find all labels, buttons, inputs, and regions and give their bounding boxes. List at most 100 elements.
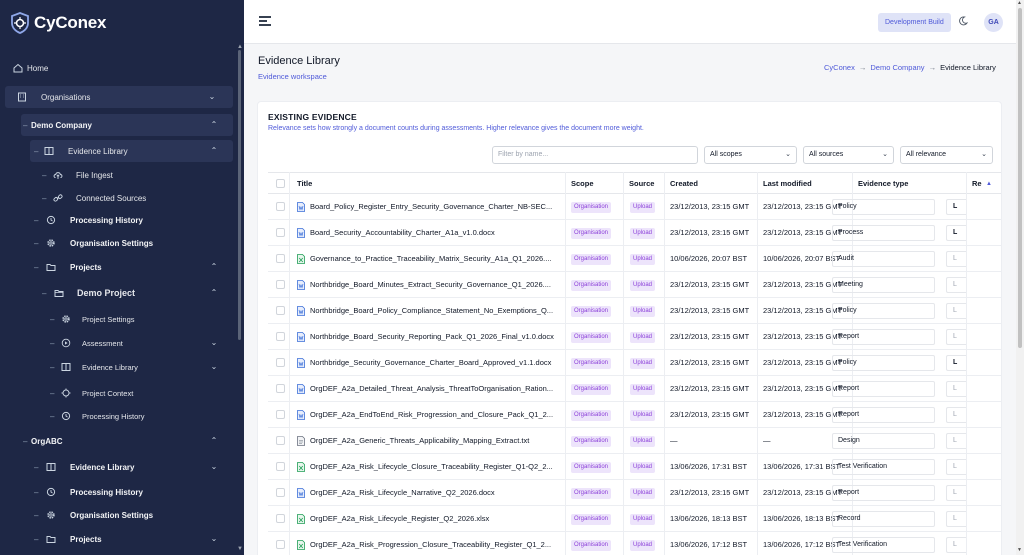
sidebar-item-orgabc-organisation-settings[interactable]: – Organisation Settings: [30, 504, 233, 526]
table-row[interactable]: Board_Policy_Register_Entry_Security_Gov…: [268, 194, 1001, 220]
cell-title[interactable]: Northbridge_Security_Governance_Charter_…: [310, 350, 562, 376]
evidence-type-field[interactable]: Policy: [832, 355, 935, 371]
table-row[interactable]: Northbridge_Board_Policy_Compliance_Stat…: [268, 298, 1001, 324]
evidence-type-field[interactable]: Report: [832, 381, 935, 397]
moon-icon[interactable]: [958, 16, 968, 26]
column-header-title[interactable]: Title: [297, 173, 312, 195]
relevance-field[interactable]: L: [946, 433, 966, 449]
relevance-field[interactable]: L: [946, 511, 966, 527]
relevance-field[interactable]: L: [946, 355, 966, 371]
relevance-field[interactable]: L: [946, 485, 966, 501]
relevance-filter-select[interactable]: All relevance ⌄: [900, 146, 993, 164]
table-row[interactable]: OrgDEF_A2a_Risk_Lifecycle_Closure_Tracea…: [268, 454, 1001, 480]
relevance-field[interactable]: L: [946, 459, 966, 475]
sort-up-icon[interactable]: ▲: [986, 173, 992, 195]
cell-title[interactable]: Northbridge_Board_Minutes_Extract_Securi…: [310, 272, 562, 298]
sidebar-item-project-evidence-library[interactable]: – Evidence Library ⌄: [50, 356, 233, 378]
evidence-type-field[interactable]: Report: [832, 407, 935, 423]
cell-title[interactable]: OrgDEF_A2a_Generic_Threats_Applicability…: [310, 428, 562, 454]
table-row[interactable]: Northbridge_Board_Minutes_Extract_Securi…: [268, 272, 1001, 298]
sidebar-item-processing-history[interactable]: – Processing History: [30, 209, 233, 231]
scroll-down-arrow[interactable]: ▼: [1017, 547, 1022, 553]
cell-title[interactable]: Board_Policy_Register_Entry_Security_Gov…: [310, 194, 562, 220]
sidebar-item-orgabc-processing-history[interactable]: – Processing History: [30, 481, 233, 503]
evidence-type-field[interactable]: Policy: [832, 199, 935, 215]
page-scrollbar[interactable]: ▲ ▼: [1016, 0, 1024, 555]
sidebar-item-orgabc-evidence-library[interactable]: – Evidence Library ⌄: [30, 456, 233, 478]
relevance-field[interactable]: L: [946, 537, 966, 553]
row-checkbox[interactable]: [276, 514, 285, 523]
cell-title[interactable]: OrgDEF_A2a_EndToEnd_Risk_Progression_and…: [310, 402, 562, 428]
cell-title[interactable]: OrgDEF_A2a_Risk_Lifecycle_Closure_Tracea…: [310, 454, 562, 480]
evidence-type-field[interactable]: Test Verification: [832, 459, 935, 475]
sidebar-item-evidence-library[interactable]: – Evidence Library ⌃: [30, 140, 233, 162]
row-checkbox[interactable]: [276, 488, 285, 497]
table-row[interactable]: OrgDEF_A2a_EndToEnd_Risk_Progression_and…: [268, 402, 1001, 428]
cell-title[interactable]: Board_Security_Accountability_Charter_A1…: [310, 220, 562, 246]
scroll-up-arrow[interactable]: ▲: [1017, 0, 1022, 6]
cell-title[interactable]: OrgDEF_A2a_Risk_Lifecycle_Narrative_Q2_2…: [310, 480, 562, 506]
table-row[interactable]: OrgDEF_A2a_Risk_Lifecycle_Register_Q2_20…: [268, 506, 1001, 532]
table-row[interactable]: Governance_to_Practice_Traceability_Matr…: [268, 246, 1001, 272]
table-row[interactable]: Northbridge_Board_Security_Reporting_Pac…: [268, 324, 1001, 350]
relevance-field[interactable]: L: [946, 225, 966, 241]
column-header-created[interactable]: Created: [670, 173, 698, 195]
sidebar-item-organisations[interactable]: Organisations ⌄: [5, 86, 233, 108]
breadcrumb-link[interactable]: Demo Company: [870, 63, 924, 72]
relevance-field[interactable]: L: [946, 199, 966, 215]
row-checkbox[interactable]: [276, 384, 285, 393]
filter-by-name-input[interactable]: Filter by name...: [492, 146, 698, 164]
evidence-type-field[interactable]: Audit: [832, 251, 935, 267]
evidence-type-field[interactable]: Report: [832, 329, 935, 345]
app-logo[interactable]: CyConex: [10, 12, 106, 34]
select-all-checkbox[interactable]: [276, 179, 285, 188]
relevance-field[interactable]: L: [946, 381, 966, 397]
cell-title[interactable]: OrgDEF_A2a_Detailed_Threat_Analysis_Thre…: [310, 376, 562, 402]
evidence-type-field[interactable]: Process: [832, 225, 935, 241]
row-checkbox[interactable]: [276, 306, 285, 315]
table-row[interactable]: OrgDEF_A2a_Risk_Lifecycle_Narrative_Q2_2…: [268, 480, 1001, 506]
relevance-field[interactable]: L: [946, 251, 966, 267]
sidebar-scroll-down-arrow[interactable]: ▼: [237, 546, 243, 552]
cell-title[interactable]: OrgDEF_A2a_Risk_Lifecycle_Register_Q2_20…: [310, 506, 562, 532]
cell-title[interactable]: Northbridge_Board_Security_Reporting_Pac…: [310, 324, 562, 350]
scrollbar-thumb[interactable]: [1018, 8, 1022, 348]
sidebar-item-connected-sources[interactable]: – Connected Sources: [42, 187, 233, 209]
sidebar-item-orgabc-projects[interactable]: – Projects ⌄: [30, 528, 233, 550]
cell-title[interactable]: Governance_to_Practice_Traceability_Matr…: [310, 246, 562, 272]
evidence-type-field[interactable]: Policy: [832, 303, 935, 319]
sidebar-item-projects[interactable]: – Projects ⌃: [30, 256, 233, 278]
column-header-scope[interactable]: Scope: [571, 173, 594, 195]
row-checkbox[interactable]: [276, 410, 285, 419]
dev-build-badge[interactable]: Development Build: [878, 13, 951, 32]
relevance-field[interactable]: L: [946, 329, 966, 345]
column-header-source[interactable]: Source: [629, 173, 654, 195]
row-checkbox[interactable]: [276, 254, 285, 263]
sidebar-item-organisation-settings[interactable]: – Organisation Settings: [30, 232, 233, 254]
sidebar-item-demo-company[interactable]: – Demo Company ⌃: [21, 114, 233, 136]
row-checkbox[interactable]: [276, 280, 285, 289]
evidence-type-field[interactable]: Meeting: [832, 277, 935, 293]
row-checkbox[interactable]: [276, 436, 285, 445]
table-row[interactable]: Northbridge_Security_Governance_Charter_…: [268, 350, 1001, 376]
relevance-field[interactable]: L: [946, 277, 966, 293]
sidebar-item-project-processing-history[interactable]: – Processing History: [50, 405, 233, 427]
evidence-type-field[interactable]: Test Verification: [832, 537, 935, 553]
source-filter-select[interactable]: All sources ⌄: [803, 146, 894, 164]
relevance-field[interactable]: L: [946, 407, 966, 423]
sidebar-item-project-settings[interactable]: – Project Settings: [50, 308, 233, 330]
sidebar-item-project-context[interactable]: – Project Context: [50, 382, 233, 404]
evidence-type-field[interactable]: Design: [832, 433, 935, 449]
relevance-field[interactable]: L: [946, 303, 966, 319]
sidebar-item-file-ingest[interactable]: – File Ingest: [42, 164, 233, 186]
user-avatar[interactable]: GA: [984, 13, 1003, 32]
column-header-relevance[interactable]: Re: [972, 173, 982, 195]
breadcrumb-link[interactable]: CyConex: [824, 63, 855, 72]
menu-toggle-icon[interactable]: [259, 16, 271, 26]
row-checkbox[interactable]: [276, 540, 285, 549]
table-row[interactable]: OrgDEF_A2a_Detailed_Threat_Analysis_Thre…: [268, 376, 1001, 402]
evidence-type-field[interactable]: Report: [832, 485, 935, 501]
row-checkbox[interactable]: [276, 202, 285, 211]
row-checkbox[interactable]: [276, 358, 285, 367]
table-row[interactable]: Board_Security_Accountability_Charter_A1…: [268, 220, 1001, 246]
